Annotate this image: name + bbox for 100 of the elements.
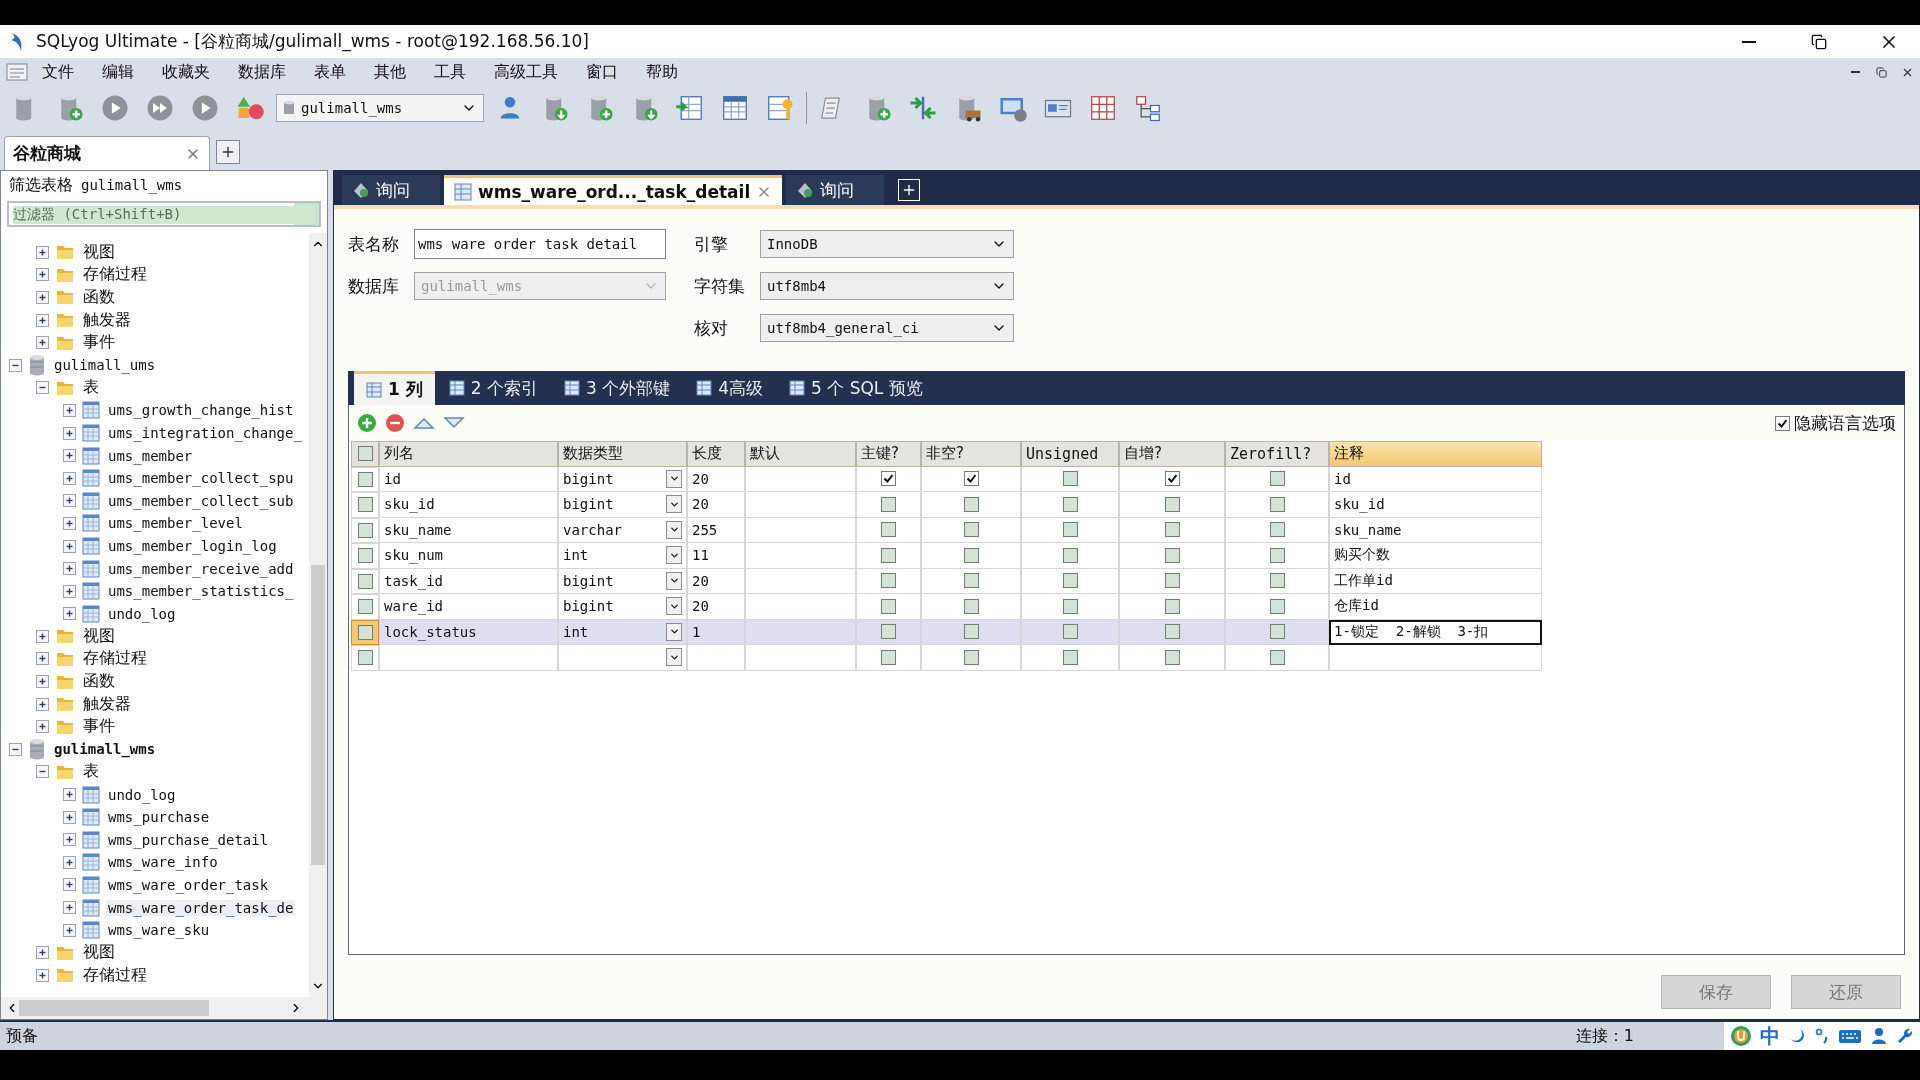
tree-item[interactable]: gulimall_ums xyxy=(52,357,158,374)
row-header-cell[interactable] xyxy=(351,594,379,620)
expand-icon[interactable] xyxy=(36,629,49,643)
row-header-cell[interactable] xyxy=(351,645,379,671)
row-header-cell[interactable] xyxy=(351,466,379,492)
keyboard-icon[interactable] xyxy=(1838,1027,1862,1045)
checkbox[interactable] xyxy=(357,624,373,640)
table-cell[interactable]: 20 xyxy=(687,466,745,492)
filter-field[interactable]: 过滤器 (Ctrl+Shift+B) xyxy=(7,201,321,227)
checkbox[interactable] xyxy=(1062,522,1078,538)
table-cell[interactable]: 工作单id xyxy=(1329,568,1542,594)
checkbox[interactable] xyxy=(1164,598,1180,614)
tree-item[interactable]: gulimall_wms xyxy=(52,741,158,758)
row-header-cell[interactable] xyxy=(351,619,379,645)
checkbox[interactable] xyxy=(1164,649,1180,665)
tree-item[interactable]: ums_growth_change_hist xyxy=(106,402,296,419)
checkbox[interactable] xyxy=(1164,624,1180,640)
tree-item[interactable]: 存储过程 xyxy=(81,648,149,670)
tree-item[interactable]: wms_ware_order_task xyxy=(106,876,271,893)
tree-item[interactable]: ums_member_login_log xyxy=(106,538,279,554)
checkbox[interactable] xyxy=(1164,547,1180,563)
dropdown-button[interactable] xyxy=(666,546,682,565)
column-header[interactable]: 主键? xyxy=(856,441,921,467)
tree-item[interactable]: ums_member_collect_spu xyxy=(106,470,296,487)
checkbox[interactable] xyxy=(963,496,979,512)
checkbox[interactable] xyxy=(1269,496,1285,512)
expand-icon[interactable] xyxy=(63,584,76,598)
expand-icon[interactable] xyxy=(36,245,49,259)
table-cell[interactable]: sku_num xyxy=(379,543,558,569)
checkbox[interactable] xyxy=(1164,522,1180,538)
dropdown-button[interactable] xyxy=(666,622,682,641)
scrollbar[interactable] xyxy=(309,233,327,997)
tree-item[interactable]: ums_integration_change_ xyxy=(106,425,304,442)
document-tab[interactable]: 询问 xyxy=(786,175,885,205)
comment-field[interactable]: 1-锁定 2-解锁 3-扣 xyxy=(1329,619,1542,645)
checkbox[interactable] xyxy=(357,471,373,487)
checkbox[interactable] xyxy=(357,548,373,564)
expand-icon[interactable] xyxy=(63,855,76,869)
expand-icon[interactable] xyxy=(63,562,76,576)
table-cell[interactable]: 255 xyxy=(687,517,745,543)
table-cell[interactable] xyxy=(379,645,558,671)
engine-select[interactable]: InnoDB xyxy=(760,230,1014,258)
expand-icon[interactable] xyxy=(63,494,76,508)
column-header[interactable]: Zerofill? xyxy=(1225,441,1329,467)
menu-item[interactable]: 编辑 xyxy=(88,61,148,83)
checkbox[interactable] xyxy=(357,497,373,513)
checkbox[interactable] xyxy=(881,598,896,614)
table-cell[interactable]: task_id xyxy=(379,568,558,594)
tree-item[interactable]: wms_ware_order_task_de xyxy=(106,899,296,916)
punctuation-icon[interactable] xyxy=(1814,1027,1830,1045)
expand-icon[interactable] xyxy=(63,788,76,802)
expand-icon[interactable] xyxy=(63,878,76,892)
row-header-cell[interactable] xyxy=(351,492,379,518)
collapse-icon[interactable] xyxy=(9,358,22,372)
tree-item[interactable]: 函数 xyxy=(81,671,117,693)
checkbox[interactable] xyxy=(1062,573,1078,589)
tree-item[interactable]: 触发器 xyxy=(81,309,133,331)
expand-icon[interactable] xyxy=(36,313,49,327)
table-cell[interactable]: sku_id xyxy=(1329,492,1542,518)
person-icon[interactable] xyxy=(1870,1027,1888,1045)
wrench-icon[interactable] xyxy=(1896,1027,1914,1045)
column-header[interactable]: 数据类型 xyxy=(558,441,687,467)
expand-icon[interactable] xyxy=(36,291,49,304)
table-cell[interactable]: 20 xyxy=(687,568,745,594)
tree-item[interactable]: 存储过程 xyxy=(81,964,149,986)
tree-item[interactable]: wms_ware_info xyxy=(106,854,220,871)
expand-icon[interactable] xyxy=(63,403,76,417)
expand-icon[interactable] xyxy=(63,923,76,937)
checkbox[interactable] xyxy=(1062,649,1078,665)
expand-icon[interactable] xyxy=(63,426,76,440)
menu-item[interactable]: 表单 xyxy=(300,61,360,83)
tree-item[interactable]: ums_member_level xyxy=(106,515,245,532)
table-cell[interactable]: 1 xyxy=(687,619,745,645)
sub-tab[interactable]: 2 个索引 xyxy=(436,371,550,405)
tree-item[interactable]: wms_purchase_detail xyxy=(106,831,271,848)
dropdown-button[interactable] xyxy=(666,597,682,616)
scrollbar[interactable] xyxy=(1,997,327,1019)
expand-icon[interactable] xyxy=(63,539,76,553)
sub-tab[interactable]: 1 列 xyxy=(354,371,435,405)
checkbox[interactable] xyxy=(1164,471,1180,487)
tree-item[interactable]: 函数 xyxy=(81,287,117,308)
tree-item[interactable]: wms_ware_sku xyxy=(106,922,212,939)
checkbox[interactable] xyxy=(963,547,979,563)
expand-icon[interactable] xyxy=(36,946,49,960)
tree-item[interactable]: ums_member xyxy=(106,447,195,464)
table-cell[interactable] xyxy=(745,466,856,492)
checkbox[interactable] xyxy=(963,573,979,589)
expand-icon[interactable] xyxy=(36,697,49,711)
tree-item[interactable]: 视图 xyxy=(81,942,117,964)
expand-icon[interactable] xyxy=(63,516,76,530)
checkbox[interactable] xyxy=(357,599,373,615)
expand-icon[interactable] xyxy=(63,471,76,485)
tree-item[interactable]: ums_member_receive_add xyxy=(106,560,296,577)
table-cell[interactable] xyxy=(745,543,856,569)
checkbox[interactable] xyxy=(963,624,979,640)
table-cell[interactable]: lock_status xyxy=(379,619,558,645)
collapse-icon[interactable] xyxy=(36,765,49,779)
dropdown-button[interactable] xyxy=(666,495,682,514)
tree-item[interactable]: ums_member_collect_sub xyxy=(106,492,296,509)
row-header-cell[interactable] xyxy=(351,543,379,569)
